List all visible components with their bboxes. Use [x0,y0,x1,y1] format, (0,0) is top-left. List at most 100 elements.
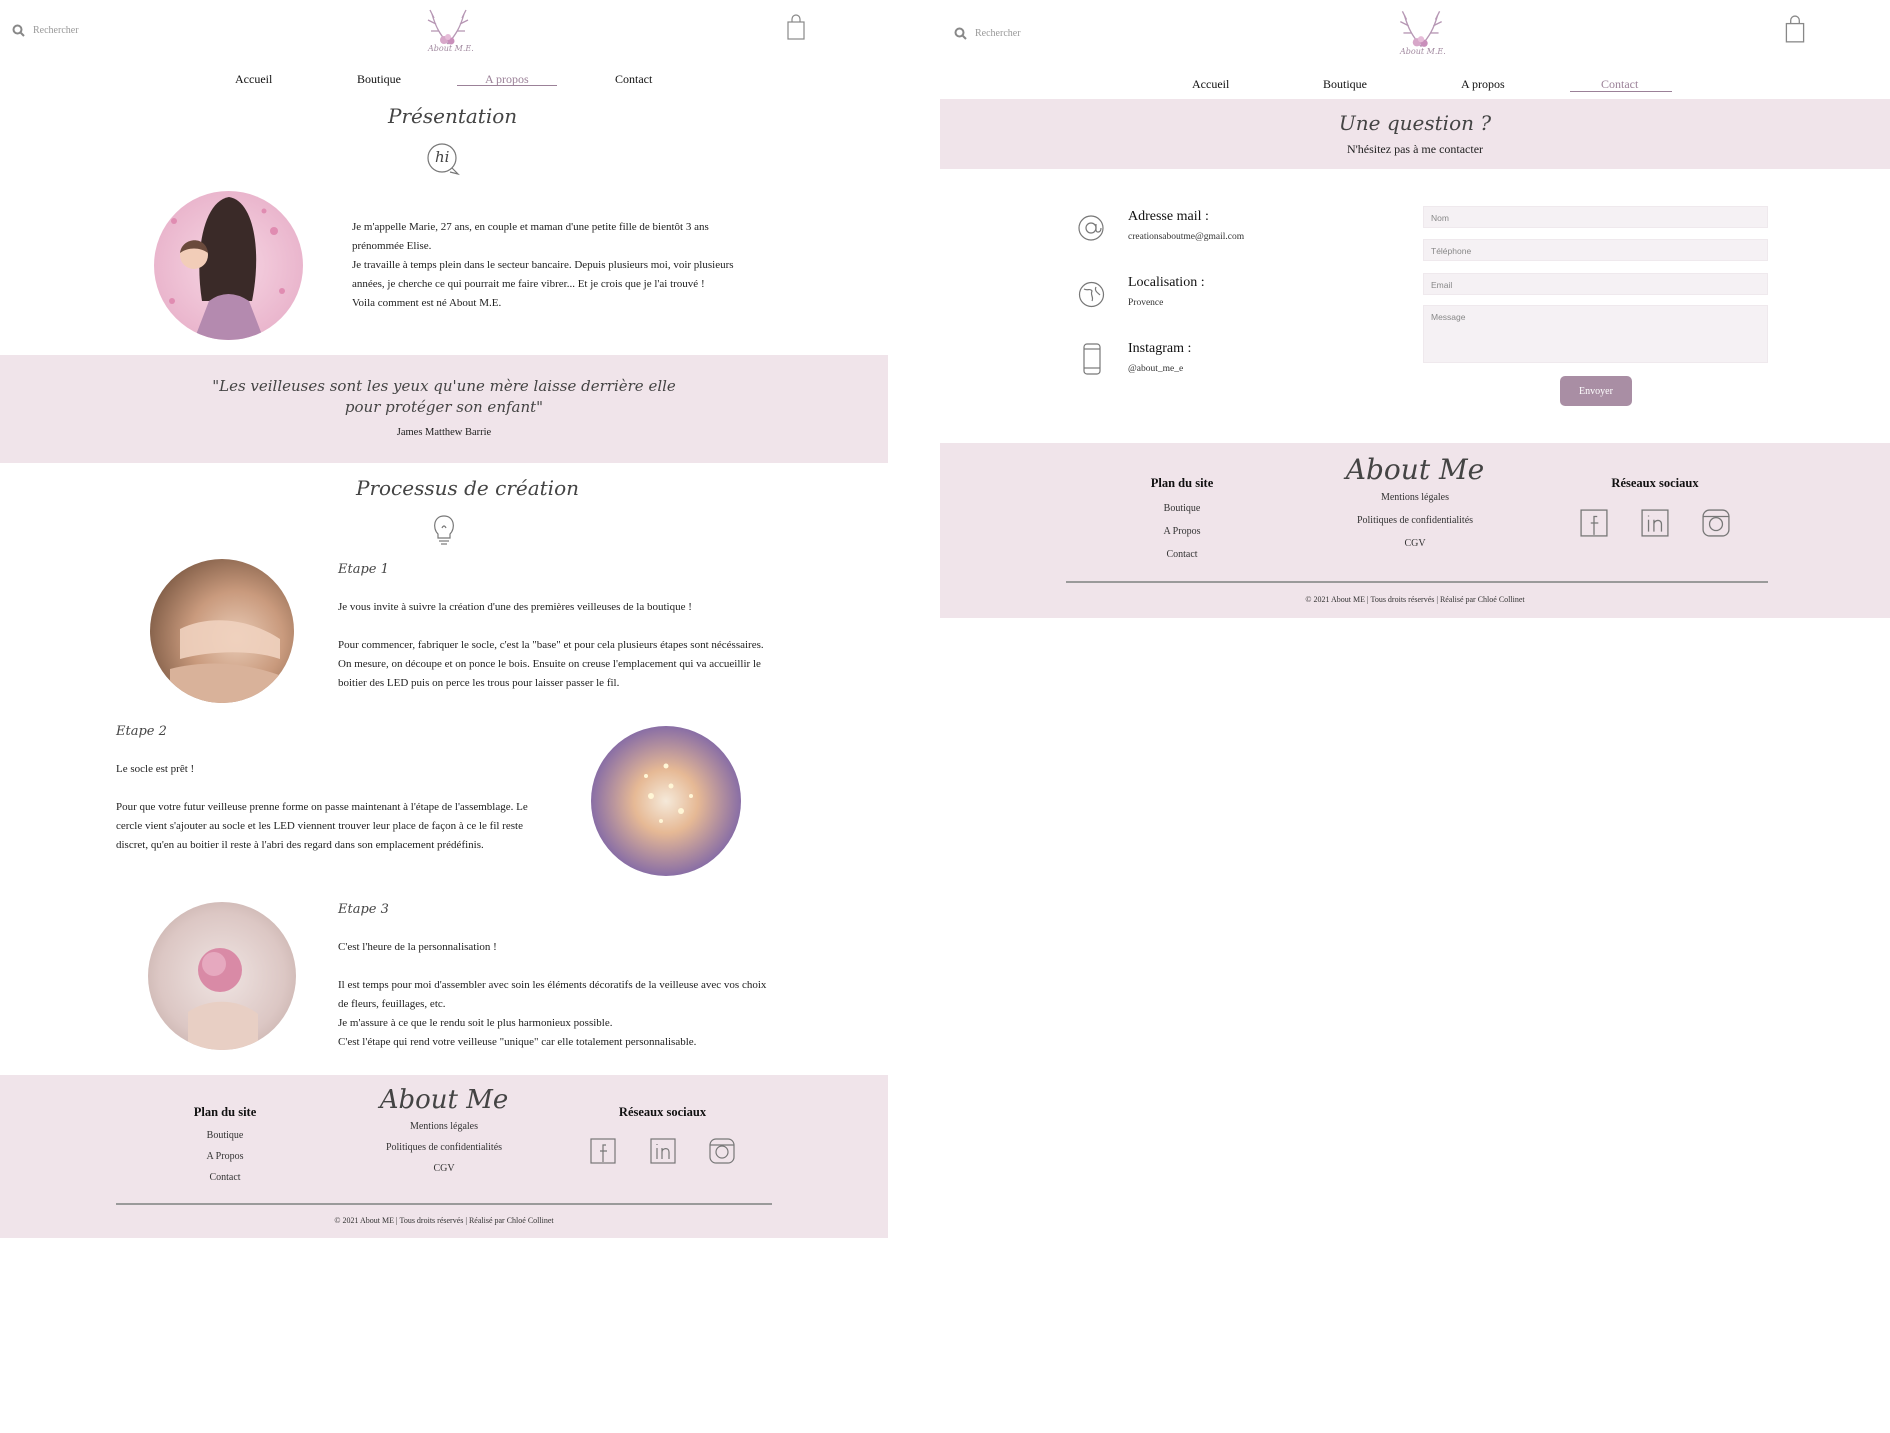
search-bar[interactable]: Rechercher [12,24,79,37]
step1-intro: Je vous invite à suivre la création d'un… [338,601,692,613]
nav-active-underline [457,85,557,86]
search-bar[interactable]: Rechercher [954,27,1021,40]
step2-label: Etape 2 [116,724,167,739]
footer-divider [116,1203,772,1205]
footer-link-confidentialite[interactable]: Politiques de confidentialités [1340,515,1490,526]
contact-hero-title: Une question ? [1338,111,1492,135]
cart-icon[interactable] [786,14,806,41]
step3-text-2: Je m'assure à ce que le rendu soit le pl… [338,1017,613,1029]
footer-link-mentions[interactable]: Mentions légales [374,1121,514,1132]
phone-input[interactable]: Téléphone [1423,239,1768,261]
footer-social: Réseaux sociaux [1580,476,1730,537]
contact-page: Rechercher About M.E. Accueil Boutique A… [940,0,1890,620]
submit-button[interactable]: Envoyer [1560,376,1632,406]
about-page: Rechercher About M.E. Accueil Boutique A… [0,0,888,1240]
contact-hero-band: Une question ? N'hésitez pas à me contac… [940,99,1890,169]
linkedin-icon[interactable] [1641,509,1669,537]
footer-link-confidentialite[interactable]: Politiques de confidentialités [374,1142,514,1153]
message-textarea[interactable]: Message [1423,305,1768,363]
instagram-icon[interactable] [1702,509,1730,537]
step1-image [150,559,294,703]
quote-band: "Les veilleuses sont les yeux qu'une mèr… [0,355,888,463]
footer-link-boutique[interactable]: Boutique [175,1130,275,1141]
footer-link-boutique[interactable]: Boutique [1132,503,1232,514]
presentation-title: Présentation [388,104,518,128]
process-title: Processus de création [356,476,579,500]
footer-brand-col: About Me Mentions légales Politiques de … [374,1085,514,1174]
step1-text: Pour commencer, fabriquer le socle, c'es… [338,639,764,689]
instagram-icon[interactable] [709,1138,735,1164]
search-icon [12,24,25,37]
footer-copyright: © 2021 About ME | Tous droits réservés |… [1305,595,1525,604]
instagram-label: Instagram : [1128,341,1192,356]
footer-brand-col: About Me Mentions légales Politiques de … [1340,453,1490,549]
step2-image [591,726,741,876]
presentation-text: Je m'appelle Marie, 27 ans, en couple et… [352,218,762,313]
facebook-icon[interactable] [590,1138,616,1164]
logo[interactable]: About M.E. [418,4,478,60]
footer-social-title: Réseaux sociaux [618,1105,707,1119]
footer-link-apropos[interactable]: A Propos [1132,526,1232,537]
footer-plan: Plan du site Boutique A Propos Contact [1132,476,1232,560]
step1-label: Etape 1 [338,562,389,577]
footer-link-contact[interactable]: Contact [1132,549,1232,560]
step3-label: Etape 3 [338,902,389,917]
nav-contact[interactable]: Contact [615,72,652,87]
nav-boutique[interactable]: Boutique [1323,77,1367,92]
contact-hero-subtitle: N'hésitez pas à me contacter [1346,142,1484,156]
location-value: Provence [1128,298,1164,308]
nav-accueil[interactable]: Accueil [235,72,272,87]
lightbulb-icon [434,515,454,545]
nav-contact[interactable]: Contact [1601,77,1638,92]
name-input[interactable]: Nom [1423,206,1768,228]
footer-social: Réseaux sociaux [590,1105,735,1164]
presentation-paragraph-3: Voila comment est né About M.E. [352,297,502,309]
nav-apropos[interactable]: A propos [1461,77,1505,92]
search-placeholder: Rechercher [975,28,1021,39]
step3-intro: C'est l'heure de la personnalisation ! [338,941,497,953]
footer-link-mentions[interactable]: Mentions légales [1340,492,1490,503]
step3-text-1: Il est temps pour moi d'assembler avec s… [338,979,767,1010]
footer-plan-title: Plan du site [1150,476,1214,490]
footer-link-apropos[interactable]: A Propos [175,1151,275,1162]
step3-text-3: C'est l'étape qui rend votre veilleuse "… [338,1036,697,1048]
logo-text: About M.E. [428,44,474,53]
step2-intro: Le socle est prêt ! [116,763,195,775]
main-nav: Accueil Boutique A propos Contact [0,72,888,92]
email-label: Adresse mail : [1128,209,1209,224]
quote-author: James Matthew Barrie [396,427,492,438]
cart-icon[interactable] [1784,15,1806,44]
logo[interactable]: About M.E. [1390,5,1452,63]
hi-bubble-icon: hi [426,142,460,176]
email-input[interactable]: Email [1423,273,1768,295]
footer-link-cgv[interactable]: CGV [1340,538,1490,549]
step2-text: Pour que votre futur veilleuse prenne fo… [116,801,528,851]
footer-plan-title: Plan du site [193,1105,257,1119]
nav-boutique[interactable]: Boutique [357,72,401,87]
at-icon [1078,215,1104,241]
footer-brand: About Me [379,1085,509,1115]
footer-link-cgv[interactable]: CGV [374,1163,514,1174]
globe-icon [1078,281,1105,308]
presentation-paragraph-1: Je m'appelle Marie, 27 ans, en couple et… [352,221,709,252]
footer-link-contact[interactable]: Contact [175,1172,275,1183]
instagram-value: @about_me_e [1128,364,1184,374]
footer-copyright: © 2021 About ME | Tous droits réservés |… [334,1216,554,1225]
main-nav: Accueil Boutique A propos Contact [940,77,1890,97]
presentation-paragraph-2: Je travaille à temps plein dans le secte… [352,259,734,290]
footer: Plan du site Boutique A Propos Contact A… [0,1075,888,1238]
footer-divider [1066,581,1768,583]
quote-line-1: "Les veilleuses sont les yeux qu'une mèr… [212,377,676,395]
search-icon [954,27,967,40]
footer: Plan du site Boutique A Propos Contact A… [940,443,1890,618]
hi-bubble-text: hi [435,148,450,166]
search-placeholder: Rechercher [33,25,79,36]
step3-image [148,902,296,1050]
linkedin-icon[interactable] [649,1138,676,1164]
footer-social-title: Réseaux sociaux [1611,476,1699,490]
phone-icon [1083,343,1101,375]
facebook-icon[interactable] [1580,509,1608,537]
quote-line-2: pour protéger son enfant" [344,398,544,416]
portrait-illustration [154,191,303,340]
nav-accueil[interactable]: Accueil [1192,77,1229,92]
